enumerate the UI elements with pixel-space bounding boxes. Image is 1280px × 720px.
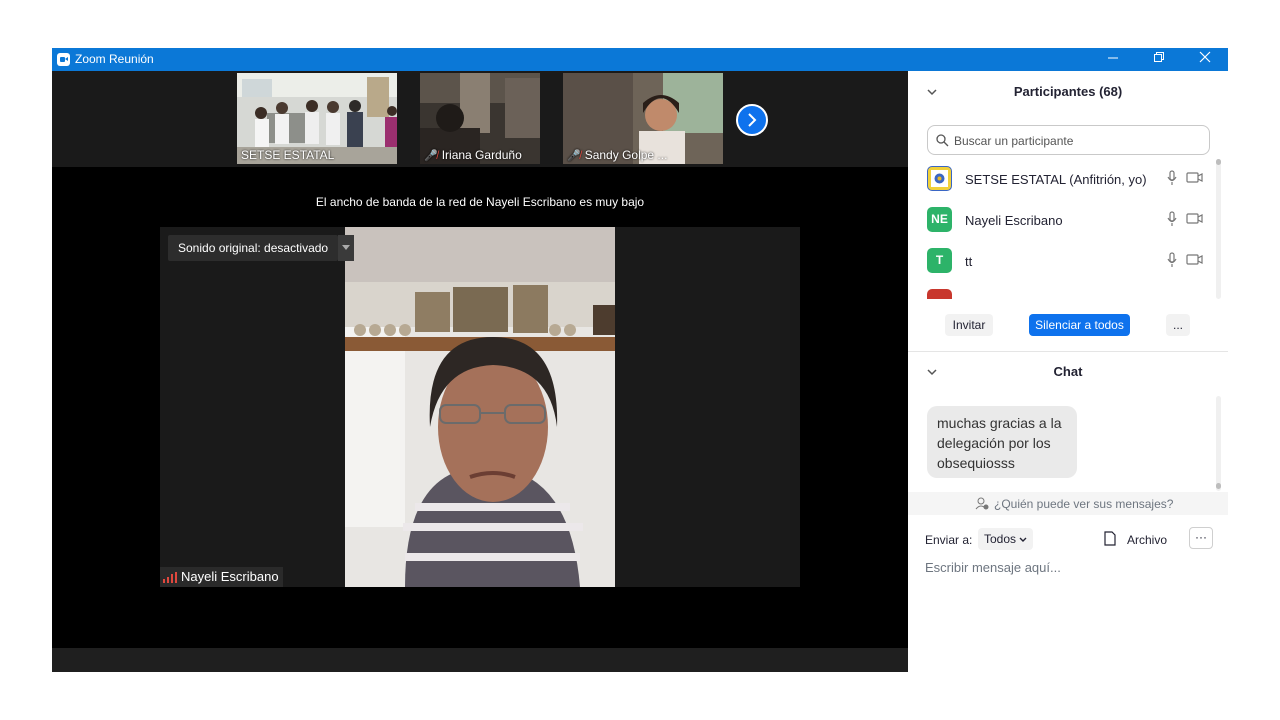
search-icon [936, 134, 949, 147]
user-visibility-icon [975, 497, 989, 510]
divider [908, 351, 1228, 352]
participants-header: Participantes (68) [1013, 84, 1123, 99]
next-page-button[interactable] [736, 104, 768, 136]
file-button[interactable]: Archivo [1127, 533, 1167, 547]
participant-name: Nayeli Escribano [965, 213, 1063, 228]
chevron-right-icon [748, 113, 757, 127]
minimize-button[interactable] [1090, 48, 1136, 71]
participant-row[interactable]: T tt [927, 248, 1212, 274]
chat-message: muchas gracias a la delegación por los o… [927, 406, 1077, 478]
original-sound-dropdown[interactable] [338, 235, 354, 261]
speaker-name: Nayeli Escribano [181, 569, 279, 584]
speaker-name-label: Nayeli Escribano [160, 567, 283, 587]
microphone-icon[interactable] [1166, 211, 1178, 227]
active-speaker-stage: Sonido original: desactivado Nayeli Escr… [160, 227, 800, 587]
participant-thumbnail[interactable]: SETSE ESTATAL [237, 73, 397, 164]
title-bar: Zoom Reunión [52, 48, 1228, 71]
logo-avatar-icon [931, 170, 948, 187]
thumbnail-name: SETSE ESTATAL [241, 148, 335, 162]
participant-search-input[interactable]: Buscar un participante [927, 125, 1210, 155]
microphone-icon[interactable] [1166, 170, 1178, 186]
chat-message-input[interactable]: Escribir mensaje aquí... [925, 560, 1215, 580]
avatar: NE [927, 207, 952, 232]
thumbnail-strip: SETSE ESTATAL 🎤̸ Iriana Garduño 🎤̸ Sandy… [52, 71, 908, 167]
close-button[interactable] [1182, 48, 1228, 71]
avatar [927, 289, 952, 299]
chevron-down-icon [342, 245, 350, 250]
thumbnail-name: Sandy Golpe ... [584, 148, 668, 162]
minimize-icon [1108, 57, 1118, 59]
microphone-icon[interactable] [1166, 252, 1178, 268]
close-icon [1199, 51, 1211, 63]
chat-more-button[interactable]: ··· [1189, 527, 1213, 549]
send-to-label: Enviar a: [925, 533, 973, 547]
send-to-dropdown[interactable]: Todos [978, 528, 1034, 550]
who-can-see-link[interactable]: ¿Quién puede ver sus mensajes? [994, 497, 1173, 511]
bandwidth-notice: El ancho de banda de la red de Nayeli Es… [315, 195, 645, 209]
chat-scrollbar[interactable] [1216, 396, 1221, 491]
avatar: T [927, 248, 952, 273]
meeting-controls-bar [52, 648, 908, 672]
participant-thumbnail[interactable]: 🎤̸ Sandy Golpe ... [563, 73, 723, 164]
muted-mic-icon: 🎤̸ [424, 150, 438, 162]
participant-row[interactable] [927, 289, 1212, 299]
privacy-bar: ¿Quién puede ver sus mensajes? [908, 492, 1228, 515]
signal-bars-icon [163, 572, 177, 584]
chat-header: Chat [1053, 364, 1083, 379]
participant-row[interactable]: NE Nayeli Escribano [927, 207, 1212, 233]
zoom-window: Zoom Reunión SETSE ESTATAL 🎤̸ Iriana Gar… [52, 48, 1228, 672]
video-camera-icon[interactable] [1186, 213, 1204, 225]
invite-button[interactable]: Invitar [945, 314, 993, 336]
restore-icon [1154, 52, 1164, 62]
send-to-value: Todos [984, 532, 1017, 546]
mute-all-button[interactable]: Silenciar a todos [1029, 314, 1130, 336]
muted-mic-icon: 🎤̸ [567, 150, 581, 162]
participant-name: tt [965, 254, 973, 269]
participant-row[interactable]: SETSE ESTATAL (Anfitrión, yo) [927, 166, 1212, 192]
file-icon[interactable] [1104, 531, 1116, 546]
speaker-video [345, 227, 615, 587]
avatar [927, 166, 952, 191]
zoom-app-icon [57, 53, 70, 66]
thumbnail-name-wrap: 🎤̸ Iriana Garduño [424, 148, 522, 162]
participant-list: SETSE ESTATAL (Anfitrión, yo) NE Nayeli … [908, 159, 1218, 299]
video-camera-icon[interactable] [1186, 172, 1204, 184]
original-sound-button[interactable]: Sonido original: desactivado [168, 235, 339, 261]
participants-more-button[interactable]: ... [1166, 314, 1190, 336]
participants-scroll-thumb[interactable] [1216, 159, 1221, 165]
window-title: Zoom Reunión [75, 52, 154, 66]
side-panel: Participantes (68) Buscar un participant… [908, 71, 1228, 672]
video-area: SETSE ESTATAL 🎤̸ Iriana Garduño 🎤̸ Sandy… [52, 71, 908, 648]
chat-scroll-thumb[interactable] [1216, 483, 1221, 489]
thumbnail-name-wrap: 🎤̸ Sandy Golpe ... [567, 148, 667, 162]
participant-thumbnail[interactable]: 🎤̸ Iriana Garduño [420, 73, 540, 164]
participant-name: SETSE ESTATAL (Anfitrión, yo) [965, 172, 1147, 187]
restore-button[interactable] [1136, 48, 1182, 71]
participants-scrollbar[interactable] [1216, 159, 1221, 299]
thumbnail-name: Iriana Garduño [441, 148, 522, 162]
video-camera-icon[interactable] [1186, 254, 1204, 266]
search-placeholder: Buscar un participante [954, 134, 1074, 148]
chevron-down-icon [1019, 537, 1027, 542]
